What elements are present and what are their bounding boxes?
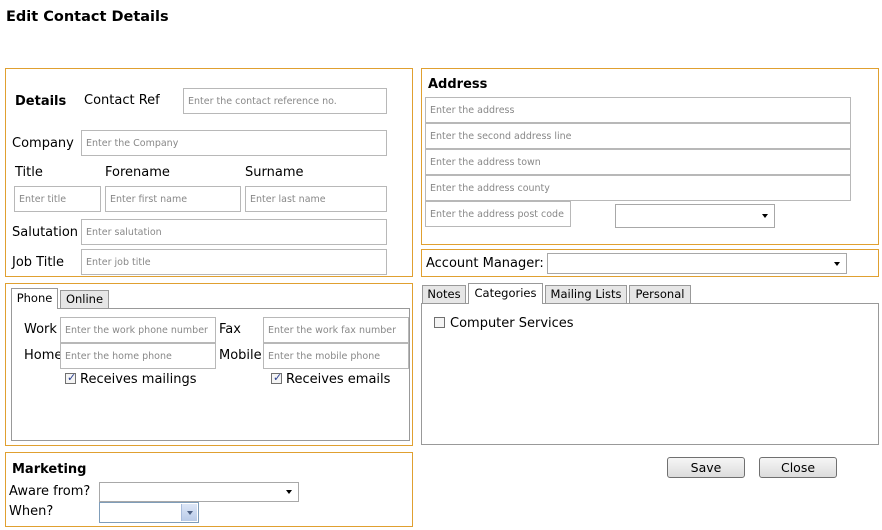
mobile-phone-input[interactable] [263,343,409,369]
tab-notes[interactable]: Notes [422,285,466,304]
when-label: When? [9,504,54,519]
address-country-select[interactable] [615,204,775,228]
details-panel: Details Contact Ref Company Title Forena… [5,68,413,277]
job-title-input[interactable] [81,249,387,275]
checkmark-icon: ✓ [273,371,283,384]
home-phone-input[interactable] [60,343,216,369]
receives-mailings-label: Receives mailings [80,372,197,387]
address-heading: Address [428,77,488,92]
tab-personal[interactable]: Personal [629,285,691,304]
marketing-panel: Marketing Aware from? When? [5,452,413,527]
category-checkbox[interactable] [434,317,445,328]
chevron-down-icon [834,261,840,266]
address-town-input[interactable] [425,149,851,175]
surname-label: Surname [245,165,304,180]
close-button[interactable]: Close [759,457,837,478]
categories-tab-content: Computer Services [421,303,879,445]
forename-label: Forename [105,165,170,180]
chevron-down-icon [286,490,292,494]
forename-input[interactable] [105,186,241,212]
aware-from-select[interactable] [99,482,299,502]
contact-methods-panel: Phone Online Work Fax Home Mobile ✓ Rece… [5,283,413,446]
receives-emails-label: Receives emails [286,372,391,387]
tab-phone[interactable]: Phone [11,288,58,309]
account-manager-select[interactable] [547,253,847,274]
account-manager-label: Account Manager: [426,256,544,271]
receives-mailings-checkbox[interactable]: ✓ [65,371,77,384]
company-label: Company [12,136,74,151]
save-button[interactable]: Save [667,457,745,478]
checkmark-icon: ✓ [67,371,77,384]
work-label: Work [24,322,57,337]
fax-label: Fax [219,322,241,337]
home-label: Home [24,348,63,363]
address-line2-input[interactable] [425,123,851,149]
tab-online[interactable]: Online [60,290,109,309]
category-label: Computer Services [450,316,574,331]
chevron-down-icon [187,510,193,515]
when-select[interactable] [99,502,199,523]
title-label: Title [15,165,43,180]
tab-mailing-lists[interactable]: Mailing Lists [545,285,627,304]
contact-ref-label: Contact Ref [84,93,160,108]
salutation-label: Salutation [12,225,79,240]
work-phone-input[interactable] [60,317,216,343]
contact-ref-input[interactable] [183,88,387,114]
company-input[interactable] [81,130,387,156]
salutation-input[interactable] [81,219,387,245]
job-title-label: Job Title [12,255,65,270]
work-fax-input[interactable] [263,317,409,343]
account-manager-panel: Account Manager: [421,249,879,277]
tab-categories[interactable]: Categories [468,283,543,304]
dropdown-button[interactable] [181,504,197,521]
chevron-down-icon [762,214,768,218]
address-postcode-input[interactable] [425,201,571,227]
receives-emails-checkbox[interactable]: ✓ [271,371,283,384]
address-county-input[interactable] [425,175,851,201]
address-line1-input[interactable] [425,97,851,123]
mobile-label: Mobile [219,348,262,363]
address-panel: Address [421,68,879,245]
phone-tab-content: Work Fax Home Mobile ✓ Receives mailings… [11,308,410,441]
title-input[interactable] [14,186,101,212]
marketing-heading: Marketing [12,462,87,477]
surname-input[interactable] [245,186,387,212]
page-title: Edit Contact Details [6,9,169,25]
details-heading: Details [15,94,67,109]
aware-from-label: Aware from? [9,484,91,499]
